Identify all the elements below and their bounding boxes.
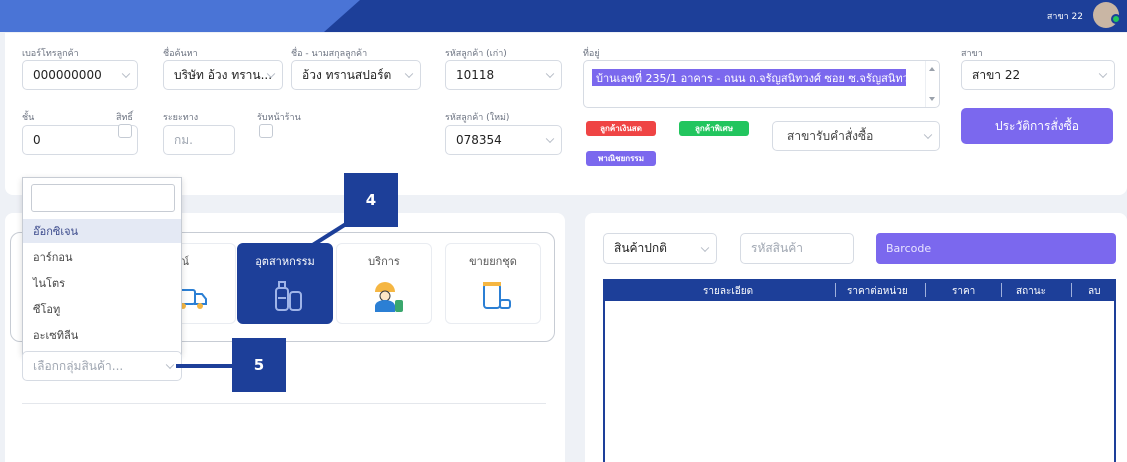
branch-select[interactable]: สาขา 22: [961, 60, 1115, 90]
rights-checkbox[interactable]: [118, 124, 132, 138]
search-name-label: ชื่อค้นหา: [163, 49, 198, 59]
address-value: บ้านเลขที่ 235/1 อาคาร - ถนน ถ.จรัญสนิทว…: [592, 69, 906, 86]
search-name-select[interactable]: บริษัท อ้วง ทราน...: [163, 60, 283, 90]
floor-value: 0: [33, 133, 41, 147]
order-history-button[interactable]: ประวัติการสั่งซื้อ: [961, 108, 1113, 144]
old-code-value: 10118: [456, 68, 495, 82]
dropdown-option-acetylene[interactable]: อะเซทิลีน: [23, 323, 181, 347]
product-code-input[interactable]: รหัสสินค้า: [740, 233, 854, 264]
phone-value: 000000000: [33, 68, 102, 82]
full-name-select[interactable]: อ้วง ทรานสปอร์ต: [291, 60, 421, 90]
dropdown-option-nitro[interactable]: ไนโตร: [23, 271, 181, 295]
column-detail: รายละเอียด: [703, 286, 754, 297]
new-code-select[interactable]: 078354: [445, 125, 562, 155]
callout-4-pointer: [306, 222, 348, 250]
category-tile-service[interactable]: บริการ: [336, 243, 432, 324]
pickup-label: รับหน้าร้าน: [257, 113, 301, 123]
column-price: ราคา: [952, 286, 976, 297]
dropdown-search-input[interactable]: [31, 184, 175, 212]
order-branch-placeholder: สาขารับคำสั่งซื้อ: [787, 128, 874, 143]
pickup-checkbox[interactable]: [259, 124, 273, 138]
column-divider: [1071, 283, 1072, 297]
chevron-down-icon: [700, 243, 710, 252]
column-divider: [835, 283, 836, 297]
floor-label: ชั้น: [22, 113, 35, 123]
callout-5-pointer: [176, 364, 232, 368]
category-tile-wholesale[interactable]: ขายยกชุด: [445, 243, 541, 324]
callout-5: 5: [232, 338, 286, 392]
gas-cylinders-icon: [275, 281, 302, 311]
scroll-down-icon[interactable]: [929, 97, 935, 101]
top-bar-branch: สาขา 22: [1046, 12, 1083, 22]
product-group-dropdown: อ๊อกซิเจน อาร์กอน ไนโตร ซีโอทู อะเซทิลีน: [22, 177, 182, 355]
order-branch-select[interactable]: สาขารับคำสั่งซื้อ: [772, 121, 940, 151]
product-type-value: สินค้าปกติ: [614, 241, 667, 255]
full-name-label: ชื่อ - นามสกุลลูกค้า: [291, 49, 368, 59]
chevron-down-icon: [404, 69, 414, 79]
barcode-placeholder: Barcode: [886, 242, 932, 255]
address-textarea[interactable]: บ้านเลขที่ 235/1 อาคาร - ถนน ถ.จรัญสนิทว…: [583, 60, 940, 108]
distance-label: ระยะทาง: [163, 113, 199, 123]
callout-4: 4: [344, 173, 398, 227]
badge-commerce[interactable]: พาณิชยกรรม: [586, 151, 656, 166]
product-code-placeholder: รหัสสินค้า: [751, 241, 803, 255]
address-label: ที่อยู่: [583, 49, 600, 59]
full-name-value: อ้วง ทรานสปอร์ต: [302, 67, 392, 82]
set-bundle-icon: [483, 282, 511, 309]
badge-special-customer[interactable]: ลูกค้าพิเศษ: [679, 121, 749, 136]
product-group-select[interactable]: เลือกกลุ่มสินค้า...: [22, 351, 182, 381]
service-worker-icon: [375, 282, 403, 312]
column-divider: [925, 283, 926, 297]
category-tile-label: บริการ: [368, 255, 400, 268]
barcode-input[interactable]: Barcode: [876, 233, 1116, 264]
column-divider: [1001, 283, 1002, 297]
chevron-down-icon: [165, 360, 175, 370]
column-unit-price: ราคาต่อหน่วย: [847, 286, 908, 297]
product-group-placeholder: เลือกกลุ่มสินค้า...: [33, 358, 124, 373]
new-code-value: 078354: [456, 133, 502, 147]
badge-cash-customer[interactable]: ลูกค้าเงินสด: [586, 121, 656, 136]
phone-label: เบอร์โทรลูกค้า: [22, 49, 79, 59]
chevron-down-icon: [121, 69, 131, 79]
category-tile-label: อุตสาหกรรม: [255, 255, 315, 268]
chevron-down-icon: [545, 134, 555, 144]
distance-placeholder: กม.: [174, 132, 193, 147]
category-tile-label: ขายยกชุด: [469, 255, 517, 268]
new-code-label: รหัสลูกค้า (ใหม่): [445, 113, 510, 123]
search-name-value: บริษัท อ้วง ทราน...: [174, 67, 273, 82]
column-delete: ลบ: [1088, 286, 1101, 297]
old-code-label: รหัสลูกค้า (เก่า): [445, 49, 507, 59]
chevron-down-icon: [545, 69, 555, 79]
divider: [22, 403, 546, 404]
product-type-select[interactable]: สินค้าปกติ: [603, 233, 717, 264]
branch-label: สาขา: [961, 49, 983, 59]
dropdown-option-argon[interactable]: อาร์กอน: [23, 245, 181, 269]
top-bar-accent: [0, 0, 360, 32]
chevron-down-icon: [923, 130, 933, 140]
dropdown-option-oxygen[interactable]: อ๊อกซิเจน: [23, 219, 181, 243]
dropdown-option-co2[interactable]: ซีโอทู: [23, 297, 181, 321]
column-status: สถานะ: [1016, 286, 1046, 297]
online-status-dot: [1111, 14, 1121, 24]
scroll-up-icon[interactable]: [929, 67, 935, 71]
rights-label: สิทธิ์: [116, 113, 133, 123]
phone-select[interactable]: 000000000: [22, 60, 138, 90]
category-tile-industrial[interactable]: อุตสาหกรรม: [237, 243, 333, 324]
old-code-select[interactable]: 10118: [445, 60, 562, 90]
top-bar: สาขา 22: [0, 0, 1127, 32]
order-table-header: รายละเอียด ราคาต่อหน่วย ราคา สถานะ ลบ: [603, 279, 1116, 301]
distance-input[interactable]: กม.: [163, 125, 235, 155]
order-table-body: [603, 301, 1116, 462]
branch-value: สาขา 22: [972, 67, 1021, 82]
chevron-down-icon: [1098, 69, 1108, 79]
